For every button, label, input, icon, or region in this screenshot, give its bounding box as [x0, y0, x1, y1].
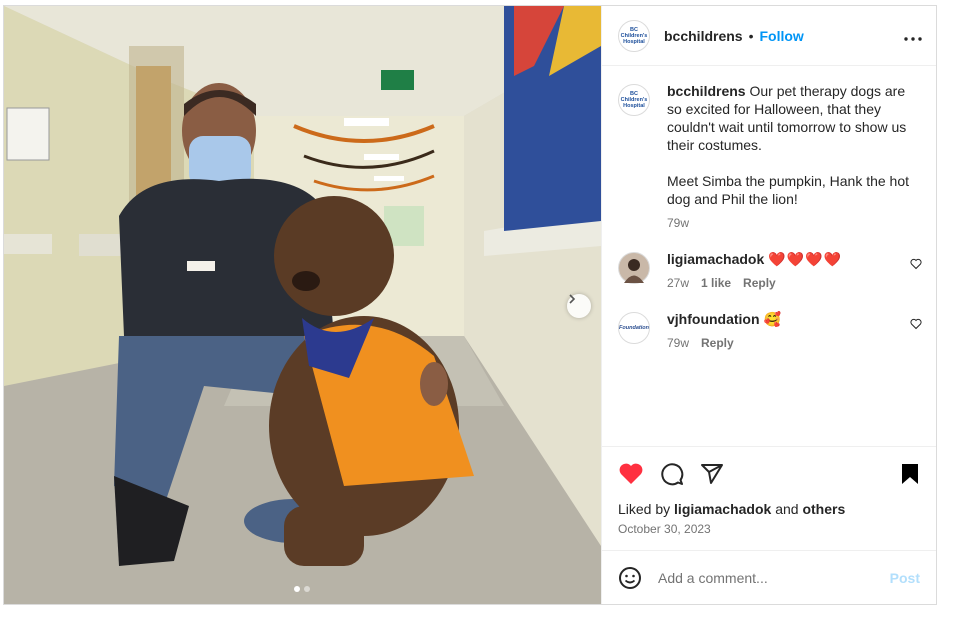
comments-section: BC Children's Hospital bcchildrens Our p… [602, 66, 936, 446]
comment-item: ligiamachadok ❤️❤️❤️❤️ 27w 1 like Reply [618, 250, 922, 292]
carousel-dot [304, 586, 310, 592]
liked-by-user[interactable]: ligiamachadok [674, 501, 771, 517]
carousel-dot-active [294, 586, 300, 592]
follow-button[interactable]: Follow [760, 28, 804, 44]
reply-button[interactable]: Reply [743, 274, 776, 292]
heart-filled-icon[interactable] [618, 462, 644, 486]
like-comment-heart-icon[interactable] [910, 318, 922, 330]
commenter-avatar[interactable] [618, 252, 650, 284]
chevron-right-icon [569, 294, 576, 304]
commenter-avatar[interactable]: Foundation [618, 312, 650, 344]
like-comment-heart-icon[interactable] [910, 258, 922, 270]
post-actions: Liked by ligiamachadok and others Octobe… [602, 446, 936, 550]
author-avatar[interactable]: BC Children's Hospital [618, 19, 650, 52]
liked-by-others[interactable]: others [802, 501, 845, 517]
post-side-panel: BC Children's Hospital bcchildrens • Fol… [601, 6, 936, 604]
comment-likes[interactable]: 1 like [701, 274, 731, 292]
reply-button[interactable]: Reply [701, 334, 734, 352]
caption-time[interactable]: 79w [667, 214, 689, 232]
comment-input[interactable] [658, 569, 890, 586]
comment-username[interactable]: ligiamachadok [667, 251, 764, 267]
comment-text: ❤️❤️❤️❤️ [768, 251, 842, 267]
comment-icon[interactable] [660, 462, 684, 486]
bookmark-filled-icon[interactable] [900, 462, 920, 486]
comment-time[interactable]: 27w [667, 274, 689, 292]
emoji-icon[interactable] [618, 566, 642, 590]
more-options-icon[interactable] [904, 25, 922, 46]
caption-avatar[interactable]: BC Children's Hospital [618, 84, 650, 116]
comment-username[interactable]: vjhfoundation [667, 311, 760, 327]
share-icon[interactable] [700, 462, 724, 486]
photo-illustration [4, 6, 601, 604]
post-photo[interactable] [4, 6, 601, 604]
instagram-post: BC Children's Hospital bcchildrens • Fol… [3, 5, 937, 605]
comment-time[interactable]: 79w [667, 334, 689, 352]
hospital-logo: BC Children's Hospital [620, 26, 648, 45]
caption-username[interactable]: bcchildrens [667, 83, 746, 99]
comment-item: Foundation vjhfoundation 🥰 79w Reply [618, 310, 922, 352]
post-comment-button[interactable]: Post [890, 570, 920, 586]
post-date[interactable]: October 30, 2023 [618, 522, 920, 536]
carousel-indicator [294, 586, 310, 592]
caption-text: Our pet therapy dogs are so excited for … [667, 83, 910, 207]
caption: BC Children's Hospital bcchildrens Our p… [618, 82, 922, 232]
carousel-next-button[interactable] [567, 294, 591, 318]
liked-by: Liked by ligiamachadok and others [618, 501, 846, 517]
author-username[interactable]: bcchildrens [664, 28, 743, 44]
separator-dot: • [748, 27, 754, 44]
post-header: BC Children's Hospital bcchildrens • Fol… [602, 6, 936, 66]
comment-text: 🥰 [763, 311, 781, 327]
add-comment-bar: Post [602, 550, 936, 604]
